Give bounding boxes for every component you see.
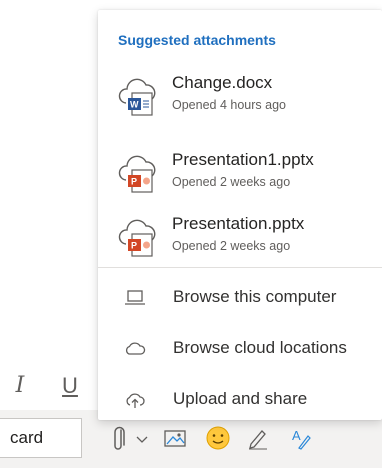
- svg-text:P: P: [131, 177, 137, 187]
- upload-share-button[interactable]: Upload and share: [98, 378, 382, 422]
- file-opened-time: Opened 2 weeks ago: [172, 239, 291, 253]
- underline-button[interactable]: U: [58, 368, 82, 404]
- svg-text:A: A: [292, 428, 301, 443]
- browse-cloud-button[interactable]: Browse cloud locations: [98, 327, 382, 371]
- cloud-upload-icon: [126, 393, 145, 408]
- powerpoint-icon: P: [118, 219, 156, 257]
- file-name: Presentation.pptx: [172, 214, 305, 233]
- suggested-attachment-item[interactable]: P Presentation1.pptx Opened 2 weeks ago: [98, 142, 382, 204]
- file-name: Change.docx: [172, 73, 273, 92]
- discard-button[interactable]: card: [0, 418, 82, 458]
- file-opened-time: Opened 2 weeks ago: [172, 175, 291, 189]
- cloud-icon: [125, 342, 146, 355]
- action-label: Browse this computer: [173, 287, 337, 306]
- chevron-down-icon[interactable]: [135, 424, 149, 454]
- action-label: Upload and share: [173, 389, 308, 408]
- menu-divider: [98, 267, 382, 268]
- editor-icon[interactable]: A: [290, 424, 312, 454]
- word-icon: W: [118, 78, 156, 116]
- file-name: Presentation1.pptx: [172, 150, 314, 169]
- browse-computer-button[interactable]: Browse this computer: [98, 276, 382, 320]
- file-opened-time: Opened 4 hours ago: [172, 98, 286, 112]
- italic-button[interactable]: I: [10, 368, 30, 404]
- formatting-row: I U: [0, 368, 100, 404]
- action-label: Browse cloud locations: [173, 338, 347, 357]
- powerpoint-icon: P: [118, 155, 156, 193]
- paperclip-icon[interactable]: [112, 424, 126, 454]
- svg-text:P: P: [131, 241, 137, 251]
- svg-text:W: W: [130, 100, 139, 110]
- suggested-attachment-item[interactable]: W Change.docx Opened 4 hours ago: [98, 65, 382, 127]
- suggested-attachment-item[interactable]: P Presentation.pptx Opened 2 weeks ago: [98, 206, 382, 268]
- emoji-icon[interactable]: [205, 424, 231, 454]
- signature-icon[interactable]: [246, 424, 270, 454]
- image-icon[interactable]: [163, 424, 187, 454]
- attachments-dropdown: Suggested attachments W Change.docx Open…: [98, 10, 382, 420]
- menu-heading: Suggested attachments: [118, 32, 276, 48]
- computer-icon: [125, 290, 145, 305]
